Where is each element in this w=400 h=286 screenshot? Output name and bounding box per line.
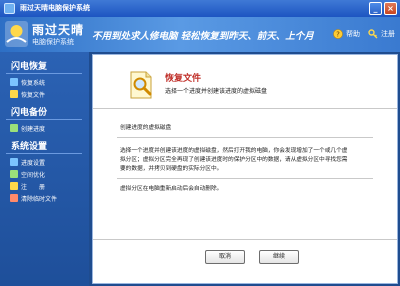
restore-file-icon bbox=[10, 90, 18, 98]
header-divider bbox=[93, 108, 397, 109]
logo-subtitle: 电脑保护系统 bbox=[32, 38, 74, 46]
register-label: 注册 bbox=[381, 30, 395, 38]
app-icon bbox=[4, 3, 15, 14]
header-banner: 雨过天晴 电脑保护系统 不用到处求人修电脑 轻松恢复到昨天、前天、上个月 ? 帮… bbox=[0, 17, 400, 52]
logo-name: 雨过天晴 bbox=[32, 23, 85, 37]
sidebar-item-space-optimize[interactable]: 空间优化 bbox=[10, 169, 45, 179]
wizard-panel: 恢复文件 选择一个进度并创建该进度的虚拟磁盘 创建进度的虚拟磁盘 选择一个进度并… bbox=[92, 54, 398, 284]
logo-icon bbox=[5, 21, 28, 47]
description-line-2: 拟分区；虚拟分区完全再现了创建该进度时的保护分区中的数据，请从虚拟分区中寻找您需 bbox=[120, 157, 348, 163]
section-divider bbox=[6, 73, 82, 74]
sidebar-item-clear-temp-files[interactable]: 清除临时文件 bbox=[10, 193, 57, 203]
description-line-1: 选择一个进度并创建该进度的虚拟磁盘，然后打开我的电脑，你会发现增加了一个或几个虚 bbox=[120, 148, 348, 154]
sidebar: 闪电恢复 恢复系统 恢复文件 闪电备份 创建进度 系统设置 进度设置 空间优化 … bbox=[0, 52, 89, 286]
sidebar-item-label: 空间优化 bbox=[21, 171, 46, 179]
cancel-button[interactable]: 取消 bbox=[205, 250, 245, 264]
create-progress-icon bbox=[10, 124, 18, 132]
search-file-icon bbox=[130, 71, 152, 99]
key-icon bbox=[368, 29, 378, 39]
description-line-3: 要的数据，并拷贝到硬盘的实际分区中。 bbox=[120, 166, 223, 172]
help-label: 帮助 bbox=[346, 30, 360, 38]
auto-delete-note: 虚拟分区在电脑重新启动后会自动删除。 bbox=[120, 186, 223, 192]
minimize-button[interactable]: _ bbox=[369, 2, 382, 15]
window-title: 雨过天晴电脑保护系统 bbox=[20, 4, 90, 12]
progress-settings-icon bbox=[10, 158, 18, 166]
help-icon: ? bbox=[333, 29, 343, 39]
footer-divider bbox=[93, 239, 397, 240]
svg-text:?: ? bbox=[336, 30, 340, 38]
help-link[interactable]: ? 帮助 bbox=[333, 27, 360, 41]
sidebar-item-label: 创建进度 bbox=[21, 125, 46, 133]
section-divider bbox=[117, 137, 373, 138]
space-optimize-icon bbox=[10, 170, 18, 178]
sidebar-item-label: 恢复系统 bbox=[21, 79, 46, 87]
slogan: 不用到处求人修电脑 轻松恢复到昨天、前天、上个月 bbox=[92, 31, 314, 42]
restore-system-icon bbox=[10, 78, 18, 86]
sidebar-item-label: 注 册 bbox=[21, 183, 46, 191]
sidebar-item-register[interactable]: 注 册 bbox=[10, 181, 45, 191]
sidebar-item-label: 进度设置 bbox=[21, 159, 46, 167]
section-divider bbox=[6, 153, 82, 154]
sidebar-item-create-progress[interactable]: 创建进度 bbox=[10, 123, 45, 133]
section-divider bbox=[6, 119, 82, 120]
section-divider bbox=[117, 178, 373, 179]
wizard-subtitle: 选择一个进度并创建该进度的虚拟磁盘 bbox=[165, 88, 268, 95]
sidebar-item-label: 恢复文件 bbox=[21, 91, 46, 99]
clear-temp-icon bbox=[10, 194, 18, 202]
register-link[interactable]: 注册 bbox=[368, 27, 395, 41]
sidebar-item-label: 清除临时文件 bbox=[21, 195, 58, 203]
continue-button[interactable]: 继续 bbox=[259, 250, 299, 264]
sidebar-item-progress-settings[interactable]: 进度设置 bbox=[10, 157, 45, 167]
title-bar: 雨过天晴电脑保护系统 _ × bbox=[0, 0, 400, 17]
sidebar-item-restore-system[interactable]: 恢复系统 bbox=[10, 77, 45, 87]
wizard-title: 恢复文件 bbox=[165, 74, 202, 84]
main-area: 恢复文件 选择一个进度并创建该进度的虚拟磁盘 创建进度的虚拟磁盘 选择一个进度并… bbox=[89, 52, 400, 286]
section-title-flash-restore: 闪电恢复 bbox=[11, 62, 48, 72]
sidebar-item-restore-file[interactable]: 恢复文件 bbox=[10, 89, 45, 99]
section-title-system-settings: 系统设置 bbox=[11, 142, 48, 152]
close-button[interactable]: × bbox=[384, 2, 397, 15]
section-title-flash-backup: 闪电备份 bbox=[11, 108, 48, 118]
register-icon bbox=[10, 182, 18, 190]
section-heading: 创建进度的虚拟磁盘 bbox=[120, 125, 172, 131]
